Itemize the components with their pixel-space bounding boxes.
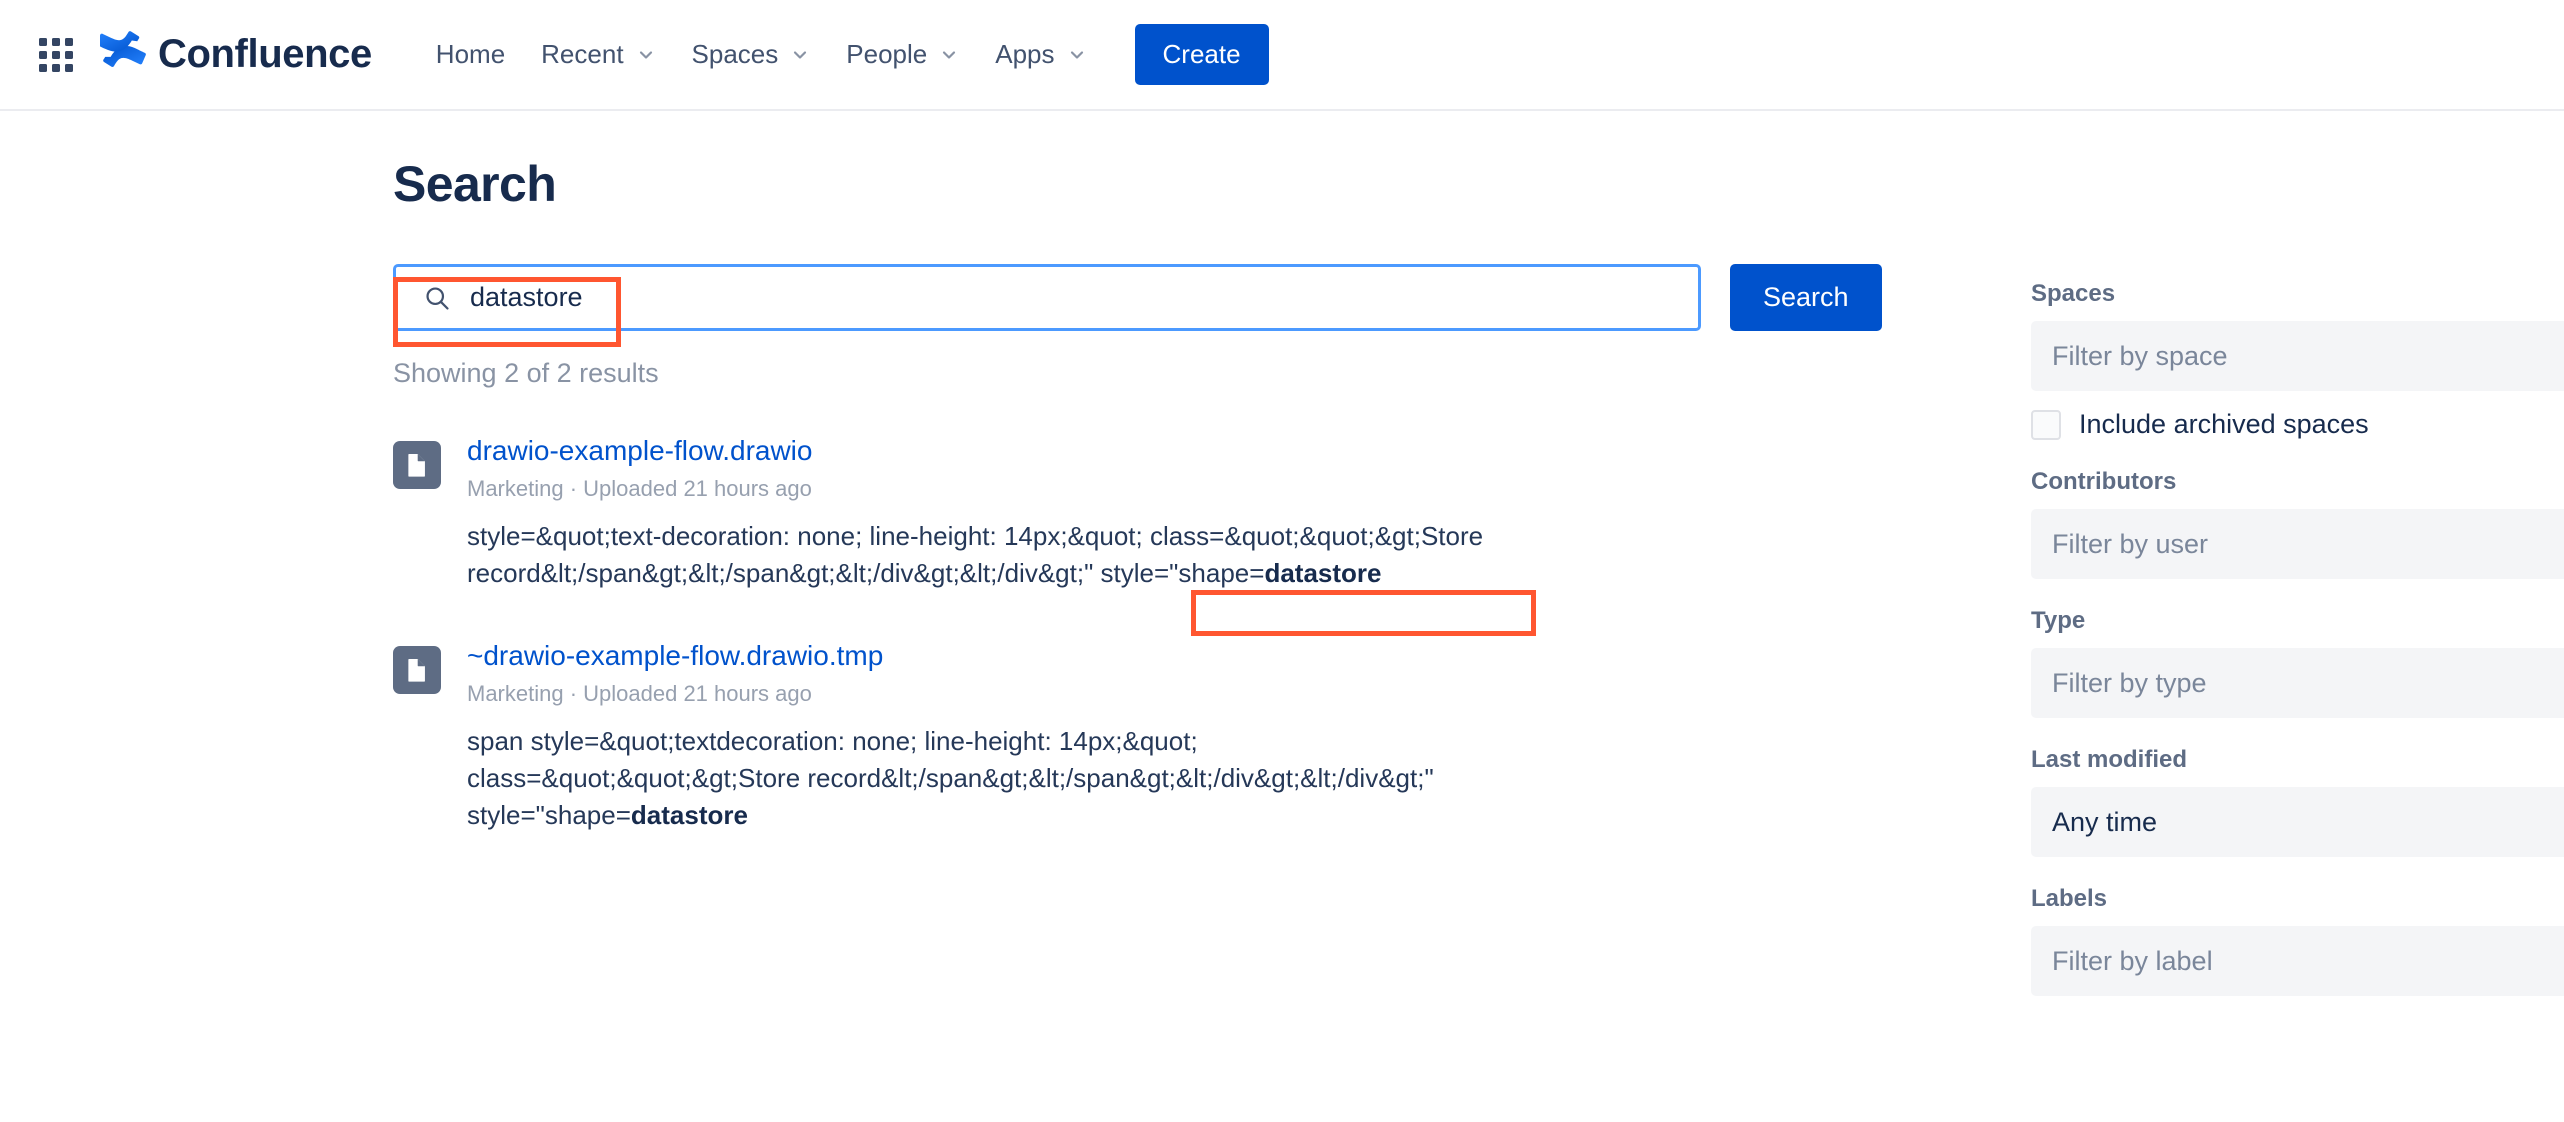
search-input[interactable]: datastore: [393, 264, 1701, 331]
filter-label: Last modified: [2031, 746, 2564, 774]
search-result-meta: Marketing · Uploaded 21 hours ago: [467, 476, 1497, 502]
nav-item-label: Home: [436, 39, 505, 70]
primary-nav-items: Home Recent Spaces People Apps Crea: [418, 24, 1269, 85]
results-count-label: Showing 2 of 2 results: [393, 358, 1932, 389]
search-result-snippet: span style=&quot;textdecoration: none; l…: [467, 723, 1497, 834]
top-navigation-bar: Confluence Home Recent Spaces People App…: [0, 0, 2564, 111]
nav-item-label: Recent: [541, 39, 623, 70]
search-result-item[interactable]: ~drawio-example-flow.drawio.tmp Marketin…: [393, 638, 1932, 834]
search-submit-button[interactable]: Search: [1730, 264, 1882, 331]
nav-item-spaces[interactable]: Spaces: [674, 27, 829, 82]
include-archived-spaces-checkbox[interactable]: Include archived spaces: [2031, 409, 2564, 440]
snippet-match-term: datastore: [631, 800, 748, 830]
contributor-filter-input[interactable]: Filter by user: [2031, 509, 2564, 579]
search-input-value: datastore: [470, 282, 583, 313]
filter-placeholder: Filter by user: [2052, 529, 2564, 560]
search-result-snippet: style=&quot;text-decoration: none; line-…: [467, 518, 1497, 592]
search-result-meta: Marketing · Uploaded 21 hours ago: [467, 681, 1497, 707]
chevron-down-icon: [939, 45, 959, 65]
nav-item-people[interactable]: People: [828, 27, 977, 82]
app-switcher-button[interactable]: [28, 27, 84, 83]
search-result-title-link[interactable]: drawio-example-flow.drawio: [467, 433, 812, 468]
page-title: Search: [393, 157, 1932, 212]
search-result-body: ~drawio-example-flow.drawio.tmp Marketin…: [467, 638, 1497, 834]
confluence-logo-icon: [100, 29, 146, 80]
nav-item-home[interactable]: Home: [418, 27, 523, 82]
file-document-icon: [393, 646, 441, 694]
snippet-match-term: datastore: [1264, 558, 1381, 588]
confluence-home-link[interactable]: Confluence: [100, 29, 372, 80]
checkbox-icon: [2031, 410, 2061, 440]
page-content: Search datastore Search Showing 2 of 2 r…: [0, 111, 2564, 1024]
filters-sidebar: Spaces Filter by space Include archived …: [2031, 157, 2564, 1024]
nav-item-label: People: [846, 39, 927, 70]
nav-item-label: Spaces: [692, 39, 779, 70]
search-bar-row: datastore Search: [393, 264, 1932, 331]
search-results-column: Search datastore Search Showing 2 of 2 r…: [393, 157, 1932, 1024]
last-modified-filter-select[interactable]: Any time: [2031, 787, 2564, 857]
filter-label: Labels: [2031, 885, 2564, 913]
filter-placeholder: Filter by label: [2052, 946, 2564, 977]
results-list: drawio-example-flow.drawio Marketing · U…: [393, 433, 1932, 834]
search-result-body: drawio-example-flow.drawio Marketing · U…: [467, 433, 1497, 592]
chevron-down-icon: [636, 45, 656, 65]
filter-label: Type: [2031, 607, 2564, 635]
chevron-down-icon: [1067, 45, 1087, 65]
filter-group-spaces: Spaces Filter by space Include archived …: [2031, 280, 2564, 440]
filter-group-type: Type Filter by type: [2031, 607, 2564, 718]
snippet-text: span style=&quot;textdecoration: none; l…: [467, 726, 1434, 830]
create-button[interactable]: Create: [1135, 24, 1269, 85]
brand-name: Confluence: [158, 32, 372, 77]
nav-item-apps[interactable]: Apps: [977, 27, 1104, 82]
file-document-icon: [393, 441, 441, 489]
filter-group-contributors: Contributors Filter by user: [2031, 468, 2564, 579]
search-icon: [423, 284, 451, 312]
filter-placeholder: Filter by space: [2052, 341, 2564, 372]
filter-placeholder: Filter by type: [2052, 668, 2564, 699]
nav-item-label: Apps: [995, 39, 1054, 70]
search-result-item[interactable]: drawio-example-flow.drawio Marketing · U…: [393, 433, 1932, 592]
chevron-down-icon: [790, 45, 810, 65]
grid-apps-icon: [39, 38, 73, 72]
filter-selected-value: Any time: [2052, 807, 2564, 838]
nav-item-recent[interactable]: Recent: [523, 27, 673, 82]
space-filter-select[interactable]: Filter by space: [2031, 321, 2564, 391]
search-result-title-link[interactable]: ~drawio-example-flow.drawio.tmp: [467, 638, 883, 673]
filter-label: Spaces: [2031, 280, 2564, 308]
filter-group-labels: Labels Filter by label: [2031, 885, 2564, 996]
filter-label: Contributors: [2031, 468, 2564, 496]
filter-group-last-modified: Last modified Any time: [2031, 746, 2564, 857]
type-filter-select[interactable]: Filter by type: [2031, 648, 2564, 718]
checkbox-label: Include archived spaces: [2079, 409, 2369, 440]
label-filter-select[interactable]: Filter by label: [2031, 926, 2564, 996]
